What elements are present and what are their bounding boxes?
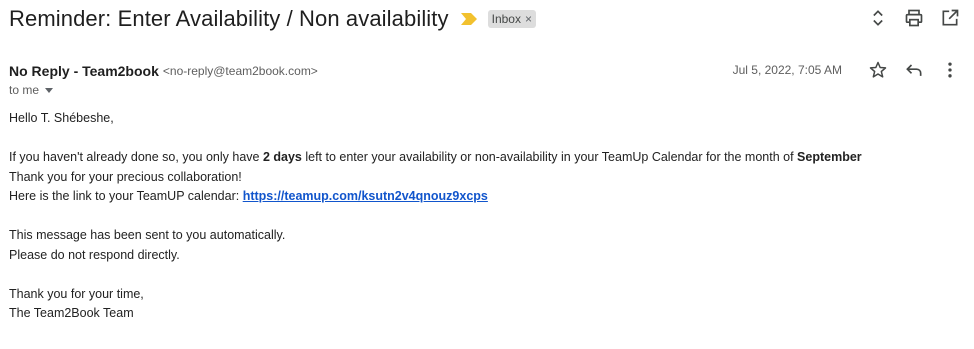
label-text: Inbox bbox=[491, 12, 521, 26]
expand-collapse-icon[interactable] bbox=[866, 6, 890, 30]
importance-marker-icon[interactable] bbox=[460, 11, 477, 27]
signature: The Team2Book Team bbox=[9, 306, 134, 320]
message-body: Hello T. Shébeshe, If you haven't alread… bbox=[9, 109, 964, 324]
reminder-text-cont: left to enter your availability or non-a… bbox=[301, 150, 798, 164]
sender-email: <no-reply@team2book.com> bbox=[162, 64, 318, 78]
message-date: Jul 5, 2022, 7:05 AM bbox=[732, 63, 842, 77]
reminder-paragraph: If you haven't already done so, you only… bbox=[9, 148, 964, 168]
greeting: Hello T. Shébeshe, bbox=[9, 111, 114, 125]
recipients-toggle[interactable]: to me bbox=[9, 83, 54, 97]
month-name: September bbox=[797, 150, 862, 164]
link-intro: Here is the link to your TeamUP calendar… bbox=[9, 189, 243, 203]
print-icon[interactable] bbox=[902, 6, 926, 30]
email-subject: Reminder: Enter Availability / Non avail… bbox=[9, 6, 449, 31]
thanks-line: Thank you for your precious collaboratio… bbox=[9, 169, 242, 184]
closing-line: Thank you for your time, bbox=[9, 286, 144, 301]
recipients-text: to me bbox=[9, 83, 40, 97]
reply-icon[interactable] bbox=[902, 58, 926, 82]
days-left: 2 days bbox=[262, 150, 302, 164]
inbox-label-chip[interactable]: Inbox × bbox=[487, 10, 536, 28]
reminder-text: If you haven't already done so, you only… bbox=[9, 150, 263, 164]
message-meta: Jul 5, 2022, 7:05 AM bbox=[733, 58, 962, 82]
no-reply-notice: Please do not respond directly. bbox=[9, 247, 180, 262]
sender-name[interactable]: No Reply - Team2book bbox=[9, 63, 159, 79]
more-vert-icon[interactable] bbox=[938, 58, 962, 82]
remove-label-icon[interactable]: × bbox=[525, 12, 532, 26]
star-icon[interactable] bbox=[866, 58, 890, 82]
teamup-calendar-link[interactable]: https://teamup.com/ksutn2v4qnouz9xcps bbox=[243, 189, 488, 203]
subject-row: Reminder: Enter Availability / Non avail… bbox=[9, 4, 974, 34]
open-in-new-window-icon[interactable] bbox=[938, 6, 962, 30]
top-actions bbox=[854, 6, 962, 30]
link-line: Here is the link to your TeamUP calendar… bbox=[9, 187, 964, 207]
auto-notice: This message has been sent to you automa… bbox=[9, 228, 286, 242]
chevron-down-icon[interactable] bbox=[45, 87, 54, 93]
